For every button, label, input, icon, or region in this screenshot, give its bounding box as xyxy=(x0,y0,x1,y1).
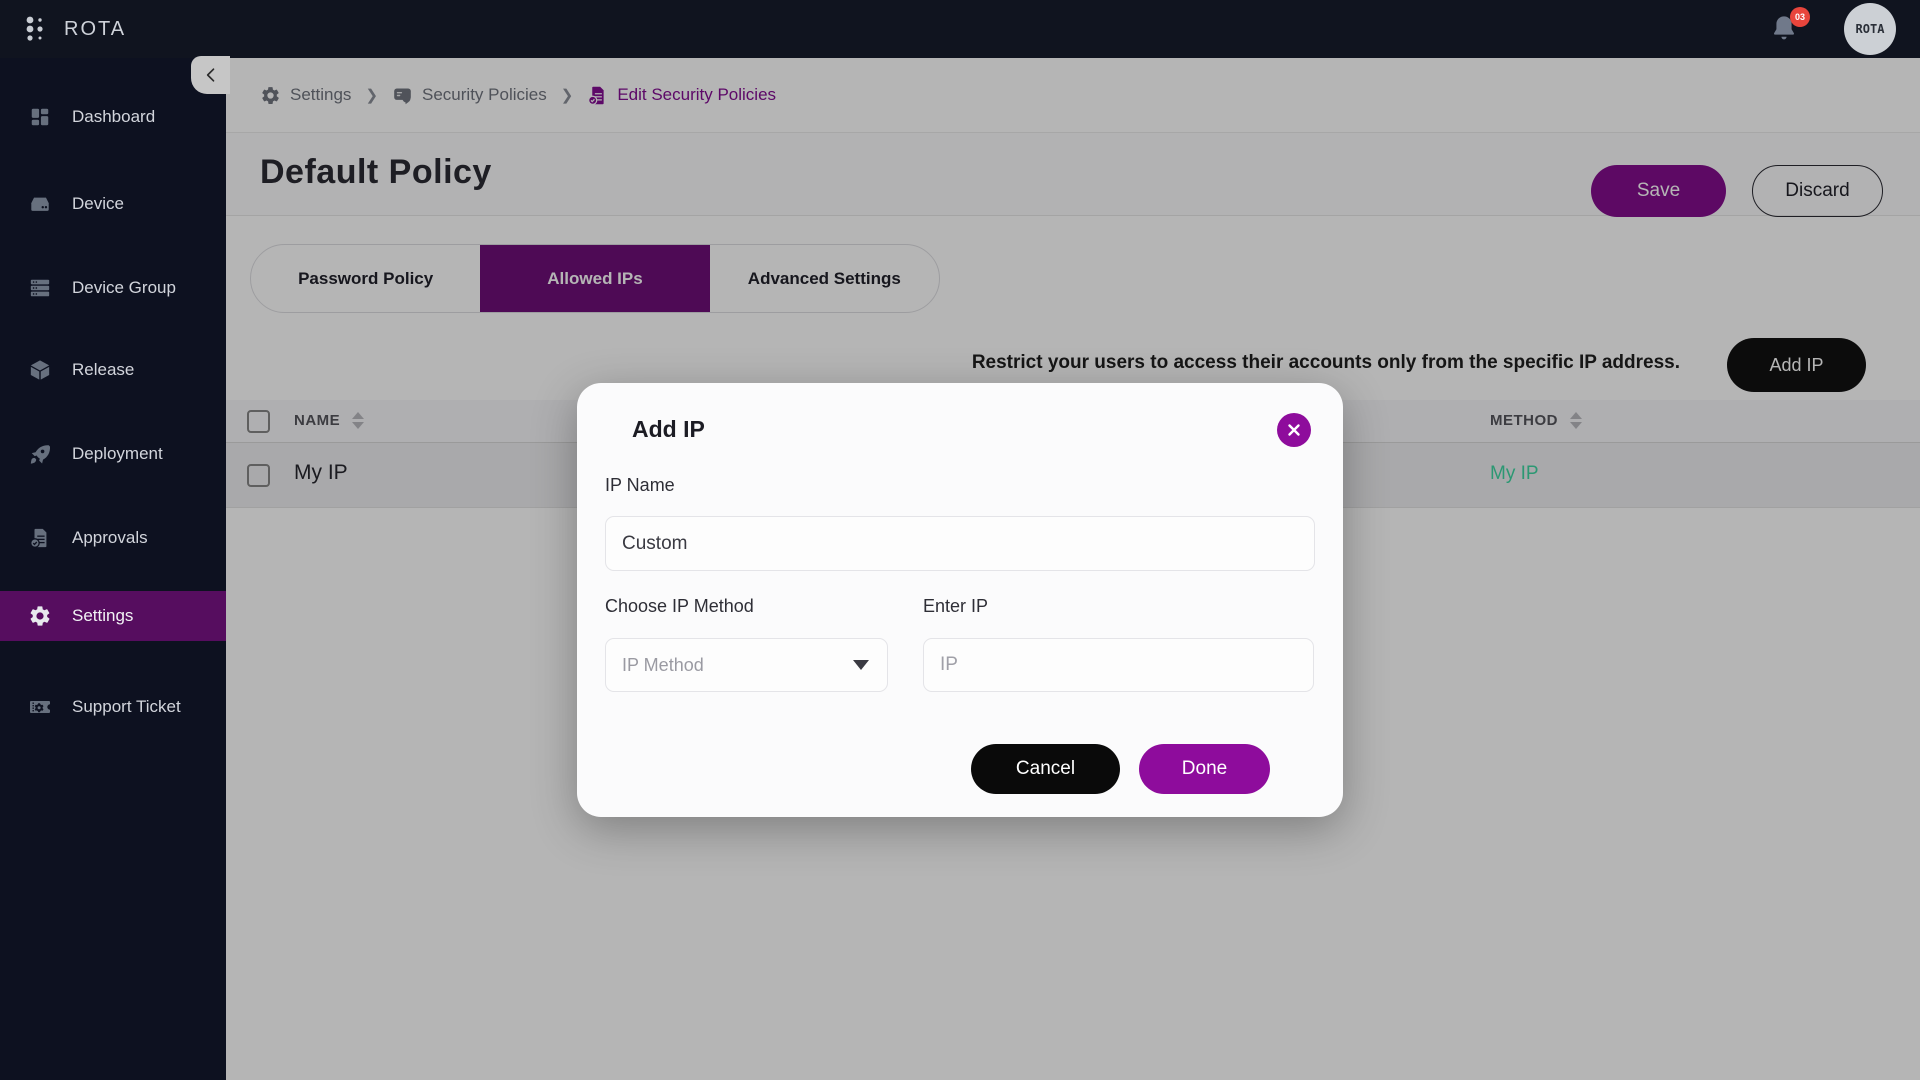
notifications-button[interactable]: 03 xyxy=(1770,13,1800,45)
brand[interactable]: ROTA xyxy=(24,0,126,58)
sidebar-item-label: Approvals xyxy=(72,528,148,548)
modal-title: Add IP xyxy=(632,416,705,443)
chevron-left-icon xyxy=(201,65,221,85)
sidebar-item-dashboard[interactable]: Dashboard xyxy=(0,92,226,142)
sidebar-item-approvals[interactable]: Approvals xyxy=(0,513,226,563)
close-button[interactable] xyxy=(1277,413,1311,447)
ip-name-label: IP Name xyxy=(605,475,675,496)
sidebar-item-label: Release xyxy=(72,360,134,380)
sidebar-item-label: Support Ticket xyxy=(72,697,181,717)
sidebar-item-device[interactable]: Device xyxy=(0,179,226,229)
dashboard-icon xyxy=(28,105,52,129)
brand-text: ROTA xyxy=(64,18,126,41)
add-ip-modal: Add IP IP Name Choose IP Method Enter IP… xyxy=(577,383,1343,817)
device-icon xyxy=(28,192,52,216)
ip-name-input[interactable] xyxy=(605,516,1315,571)
device-group-icon xyxy=(28,276,52,300)
ip-method-select[interactable]: IP Method xyxy=(605,638,888,692)
cancel-button[interactable]: Cancel xyxy=(971,744,1120,794)
sidebar-item-label: Device xyxy=(72,194,124,214)
enter-ip-label: Enter IP xyxy=(923,596,988,617)
ip-input[interactable] xyxy=(923,638,1314,692)
sidebar-item-label: Dashboard xyxy=(72,107,155,127)
sidebar-item-device-group[interactable]: Device Group xyxy=(0,263,226,313)
doc-check-icon xyxy=(28,526,52,550)
sidebar-item-label: Settings xyxy=(72,606,133,626)
sidebar-item-deployment[interactable]: Deployment xyxy=(0,429,226,479)
logo-dots-icon xyxy=(24,15,50,43)
sidebar-item-label: Device Group xyxy=(72,278,176,298)
collapse-sidebar-button[interactable] xyxy=(191,56,230,94)
sidebar-item-settings[interactable]: Settings xyxy=(0,591,226,641)
ticket-icon xyxy=(28,695,52,719)
release-cube-icon xyxy=(28,358,52,382)
sidebar-item-label: Deployment xyxy=(72,444,163,464)
rocket-icon xyxy=(28,442,52,466)
sidebar-item-support-ticket[interactable]: Support Ticket xyxy=(0,682,226,732)
sidebar: Dashboard Device Device Group Release xyxy=(0,58,226,1080)
gear-icon xyxy=(28,604,52,628)
ip-method-label: Choose IP Method xyxy=(605,596,754,617)
sidebar-item-release[interactable]: Release xyxy=(0,345,226,395)
ip-method-placeholder: IP Method xyxy=(622,655,704,676)
top-navbar: ROTA 03 ROTA xyxy=(0,0,1920,58)
avatar[interactable]: ROTA xyxy=(1844,3,1896,55)
notification-badge: 03 xyxy=(1790,7,1810,27)
chevron-down-icon xyxy=(853,660,869,670)
close-icon xyxy=(1286,422,1302,438)
done-button[interactable]: Done xyxy=(1139,744,1270,794)
